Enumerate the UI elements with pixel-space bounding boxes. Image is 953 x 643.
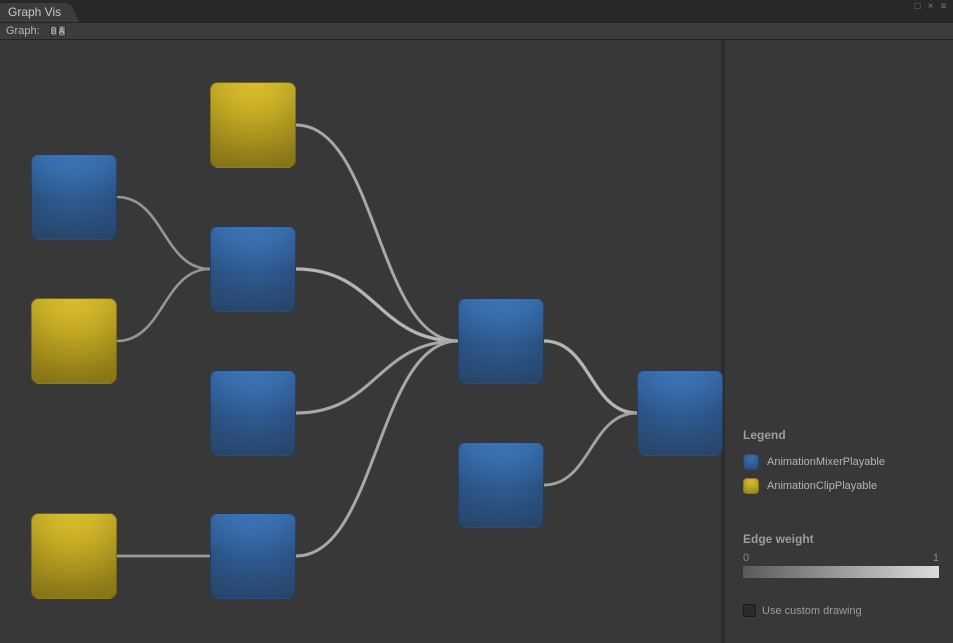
node-n5[interactable]: [210, 226, 296, 312]
edge-weight-max: 1: [933, 552, 939, 564]
menu-icon[interactable]: ≡: [938, 2, 949, 13]
close-icon[interactable]: ×: [925, 2, 936, 13]
edge-n6-n8: [296, 341, 458, 413]
node-n9[interactable]: [458, 442, 544, 528]
edge-weight-labels: 0 1: [743, 552, 939, 564]
legend-swatch-blue: [743, 454, 759, 470]
edge-n4-n8: [296, 125, 458, 341]
window-titlebar: Graph Vis □ × ≡: [0, 0, 953, 22]
node-n10[interactable]: [637, 370, 723, 456]
legend-title: Legend: [743, 428, 939, 442]
legend-label: AnimationClipPlayable: [767, 480, 877, 492]
legend-label: AnimationMixerPlayable: [767, 456, 885, 468]
edge-n9-n10: [544, 413, 637, 485]
side-panel: Legend AnimationMixerPlayable AnimationCl…: [729, 40, 953, 643]
node-n6[interactable]: [210, 370, 296, 456]
toolbar-button-b[interactable]: B: [50, 25, 58, 37]
edge-n7-n8: [296, 341, 458, 556]
edge-weight-min: 0: [743, 552, 749, 564]
use-custom-drawing-checkbox[interactable]: [743, 604, 756, 617]
edge-n8-n10: [544, 341, 637, 413]
node-n4[interactable]: [210, 82, 296, 168]
node-n1[interactable]: [31, 154, 117, 240]
node-n3[interactable]: [31, 513, 117, 599]
minimize-icon[interactable]: □: [912, 2, 923, 13]
graph-canvas[interactable]: [0, 40, 725, 643]
toolbar-button-a[interactable]: A: [58, 25, 66, 37]
node-n8[interactable]: [458, 298, 544, 384]
edge-weight-title: Edge weight: [743, 532, 939, 546]
legend-item-yellow: AnimationClipPlayable: [743, 474, 939, 498]
use-custom-drawing-label: Use custom drawing: [762, 605, 862, 617]
use-custom-drawing-row[interactable]: Use custom drawing: [743, 604, 939, 617]
node-n2[interactable]: [31, 298, 117, 384]
tab-graph-vis[interactable]: Graph Vis: [0, 3, 71, 22]
edge-n2-n5: [117, 269, 210, 341]
toolbar: Graph: BA: [0, 22, 953, 40]
legend-item-blue: AnimationMixerPlayable: [743, 450, 939, 474]
edge-n1-n5: [117, 197, 210, 269]
graph-label: Graph:: [6, 25, 40, 37]
node-n7[interactable]: [210, 513, 296, 599]
edge-weight-gradient[interactable]: [743, 566, 939, 578]
edge-n5-n8: [296, 269, 458, 341]
legend-swatch-yellow: [743, 478, 759, 494]
